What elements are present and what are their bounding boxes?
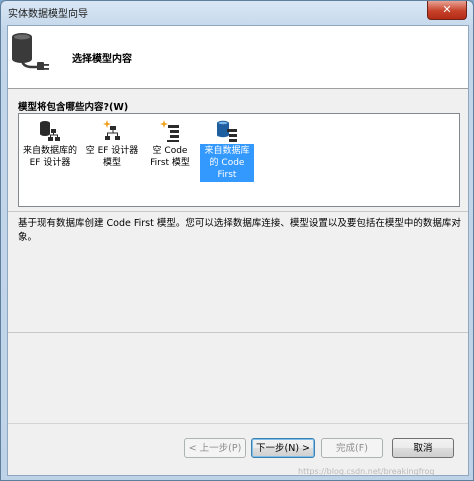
wizard-header: 选择模型内容 xyxy=(8,26,468,89)
next-button[interactable]: 下一步(N) > xyxy=(251,438,315,458)
back-button[interactable]: < 上一步(P) xyxy=(184,438,246,458)
close-icon: ✕ xyxy=(442,3,452,16)
database-plug-icon xyxy=(12,33,49,70)
list-item-database-ef-designer[interactable]: 来自数据库的 EF 设计器 xyxy=(23,114,77,170)
empty-designer-icon xyxy=(103,120,120,140)
description-text: 基于现有数据库创建 Code First 模型。您可以选择数据库连接、模型设置以… xyxy=(18,218,461,243)
title-bar[interactable]: 实体数据模型向导 ✕ xyxy=(1,1,473,23)
empty-code-first-icon xyxy=(160,120,179,142)
list-item-empty-code-first[interactable]: 空 Code First 模型 xyxy=(143,114,197,170)
list-item-database-code-first[interactable]: 来自数据库 的 Code First xyxy=(200,114,254,182)
page-title: 选择模型内容 xyxy=(72,54,132,65)
wizard-client-area: 选择模型内容 模型将包含哪些内容?(W) 来自数据库的 EF 设计器 空 EF … xyxy=(7,25,469,476)
list-item-empty-ef-designer[interactable]: 空 EF 设计器 模型 xyxy=(85,114,139,170)
list-item-label: 来自数据库 的 Code First xyxy=(200,144,254,182)
cancel-button[interactable]: 取消 xyxy=(392,438,454,458)
database-code-first-icon xyxy=(217,120,237,142)
description-panel: 基于现有数据库创建 Code First 模型。您可以选择数据库连接、模型设置以… xyxy=(8,211,468,333)
finish-button[interactable]: 完成(F) xyxy=(321,438,383,458)
window-title: 实体数据模型向导 xyxy=(8,9,88,20)
watermark: https://blog.csdn.net/breakingfrog xyxy=(298,467,435,476)
database-designer-icon xyxy=(40,121,60,141)
list-item-label: 空 EF 设计器 模型 xyxy=(85,146,139,168)
model-content-question: 模型将包含哪些内容?(W) xyxy=(18,102,129,113)
model-content-list[interactable]: 来自数据库的 EF 设计器 空 EF 设计器 模型 空 Code First 模… xyxy=(18,113,460,207)
wizard-window: 实体数据模型向导 ✕ 选择模型内容 模型将包含哪些内容?(W) 来自数据库的 E… xyxy=(0,0,474,481)
close-button[interactable]: ✕ xyxy=(427,1,467,20)
list-item-label: 空 Code First 模型 xyxy=(150,146,190,168)
footer-divider xyxy=(8,423,468,424)
list-item-label: 来自数据库的 EF 设计器 xyxy=(23,146,78,168)
